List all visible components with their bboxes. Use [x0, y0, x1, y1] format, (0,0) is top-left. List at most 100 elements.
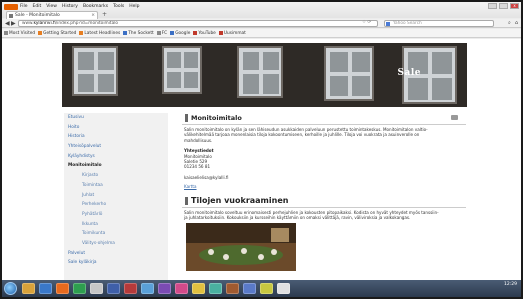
- navigation-bar: ◀ ▶ www.kylanrivi.fi/index.php?id=monito…: [2, 19, 521, 28]
- rental-text: Salin monitoimitalo soveltuu erinomaises…: [184, 209, 439, 221]
- section-title-tilojen-vuokraaminen: Tilojen vuokraaminen: [182, 196, 466, 206]
- search-placeholder: Yahoo Search: [393, 21, 422, 26]
- sidebar-subitem-valitys-ohjelma[interactable]: Välitys-ohjelma: [64, 239, 168, 249]
- main-content: Monitoimitalo Salin monitoimitalo on kyl…: [182, 113, 466, 280]
- bookmark-google[interactable]: Google: [170, 29, 190, 37]
- clock[interactable]: 12:29: [504, 282, 517, 287]
- url-host: kylanrivi.fi: [33, 21, 56, 26]
- rss-icon: [79, 31, 84, 35]
- sidebar-item-kylayhdistys[interactable]: Kyläyhdistys: [64, 152, 168, 162]
- sidebar-item-palvelut[interactable]: Palvelut: [64, 249, 168, 259]
- system-tray: 12:29: [504, 282, 517, 288]
- divider: [182, 124, 466, 125]
- star-reload-icon[interactable]: ☆ ⟳: [362, 20, 371, 25]
- divider: [182, 206, 466, 208]
- menu-file[interactable]: File: [20, 3, 28, 11]
- menu-edit[interactable]: Edit: [33, 3, 42, 11]
- firefox-menu-button[interactable]: [4, 4, 18, 10]
- taskbar-app-icon[interactable]: [175, 283, 188, 294]
- taskbar-app-icon[interactable]: [209, 283, 222, 294]
- toolbar-right: ⌕ ⌂: [508, 20, 518, 27]
- taskbar-app-icon[interactable]: [277, 283, 290, 294]
- bookmark-most-visited[interactable]: Most Visited: [4, 29, 35, 37]
- bookmark-uusimmat[interactable]: Uusimmat: [218, 29, 246, 37]
- google-icon: [170, 31, 175, 35]
- sidebar-subitem-toimintaa[interactable]: Toimintaa: [64, 181, 168, 191]
- bookmarks-toolbar: Most Visited Getting Started Latest Head…: [2, 29, 521, 38]
- sidebar-item-monitoimitalo[interactable]: Monitoimitalo: [64, 161, 168, 171]
- taskbar-app-icon[interactable]: [192, 283, 205, 294]
- taskbar-app-icon[interactable]: [90, 283, 103, 294]
- menu-history[interactable]: History: [62, 3, 78, 11]
- bookmark-fc[interactable]: FC: [156, 29, 167, 37]
- sidebar-item-yhteisopalvelut[interactable]: Yhteisöpalvelut: [64, 142, 168, 152]
- new-tab-button[interactable]: +: [102, 11, 107, 19]
- browser-window: File Edit View History Bookmarks Tools H…: [2, 2, 521, 297]
- menu-bookmarks[interactable]: Bookmarks: [83, 3, 108, 11]
- explorer-icon[interactable]: [22, 283, 35, 294]
- bookmark-latest-headlines[interactable]: Latest Headlines: [79, 29, 120, 37]
- tab-strip: Sale - Monitoimitalo × +: [2, 11, 521, 19]
- sidebar-subitem-pyhatarlo[interactable]: Pyhätärlö: [64, 210, 168, 220]
- sidebar-subitem-perhekerho[interactable]: Perhekerho: [64, 200, 168, 210]
- bookmark-icon: [156, 31, 161, 35]
- site-logo[interactable]: Sale: [398, 68, 421, 78]
- sidebar-item-sale-kylakirja[interactable]: Sale kyläkirja: [64, 258, 168, 268]
- taskbar-app-icon[interactable]: [141, 283, 154, 294]
- youtube-icon: [193, 31, 198, 35]
- bookmark-youtube[interactable]: YouTube: [193, 29, 216, 37]
- sidebar-subitem-juhlat[interactable]: Juhlat: [64, 191, 168, 201]
- firefox-icon[interactable]: [56, 283, 69, 294]
- taskbar-app-icon[interactable]: [107, 283, 120, 294]
- menu-bar: File Edit View History Bookmarks Tools H…: [20, 3, 139, 11]
- sidebar-subitem-ikkunta[interactable]: Ikkunta: [64, 220, 168, 230]
- back-arrow-icon[interactable]: ◀: [5, 20, 10, 27]
- sidebar-item-historia[interactable]: Historia: [64, 132, 168, 142]
- taskbar-app-icon[interactable]: [158, 283, 171, 294]
- url-bar[interactable]: www.kylanrivi.fi/index.php?id=monitoimit…: [18, 20, 378, 27]
- bookmark-getting-started[interactable]: Getting Started: [38, 29, 76, 37]
- hall-photo-drawing: [186, 223, 296, 272]
- tab-title: Sale - Monitoimitalo: [15, 13, 60, 18]
- hall-photo: [186, 223, 296, 272]
- start-button[interactable]: [4, 282, 17, 295]
- bookmark-icon: [218, 31, 223, 35]
- windows-taskbar: 12:29: [2, 280, 521, 297]
- map-link[interactable]: Kartta: [184, 184, 197, 189]
- tab-close-icon[interactable]: ×: [91, 12, 95, 19]
- menu-tools[interactable]: Tools: [113, 3, 124, 11]
- home-icon[interactable]: ⌂: [515, 20, 518, 27]
- search-bar[interactable]: Yahoo Search: [384, 20, 494, 27]
- search-engine-icon[interactable]: [386, 22, 390, 26]
- taskbar-app-icon[interactable]: [226, 283, 239, 294]
- search-icon[interactable]: ⌕: [508, 20, 511, 27]
- section-title-monitoimitalo: Monitoimitalo: [182, 113, 466, 123]
- url-prefix: www.: [22, 21, 34, 26]
- url-path: /index.php?id=monitoimitalo: [55, 21, 119, 26]
- header-banner-photo: Sale: [62, 43, 467, 107]
- taskbar-app-icon[interactable]: [243, 283, 256, 294]
- sidebar-item-etusivu[interactable]: Etusivu: [64, 113, 168, 123]
- print-icon[interactable]: [451, 115, 458, 120]
- forward-arrow-icon[interactable]: ▶: [11, 20, 16, 27]
- web-page: Sale Etusivu Hoito Historia Yhteisöpalve…: [2, 39, 521, 280]
- section-intro-text: Salin monitoimitalo on kylän ja sen lähi…: [184, 127, 428, 143]
- menu-view[interactable]: View: [46, 3, 57, 11]
- menu-help[interactable]: Help: [129, 3, 139, 11]
- taskbar-app-icon[interactable]: [39, 283, 52, 294]
- sidebar-subitem-toimikunta[interactable]: Toimikunta: [64, 229, 168, 239]
- favicon-icon: [9, 14, 13, 18]
- taskbar-app-icon[interactable]: [73, 283, 86, 294]
- sidebar-navigation: Etusivu Hoito Historia Yhteisöpalvelut K…: [64, 113, 168, 280]
- maximize-button[interactable]: [499, 3, 508, 9]
- taskbar-app-icon[interactable]: [124, 283, 137, 294]
- close-window-button[interactable]: x: [510, 3, 519, 9]
- sidebar-item-hoito[interactable]: Hoito: [64, 123, 168, 133]
- minimize-button[interactable]: [488, 3, 497, 9]
- tab-monitoimitalo[interactable]: Sale - Monitoimitalo ×: [6, 11, 98, 19]
- sidebar-subitem-kirjasto[interactable]: Kirjasto: [64, 171, 168, 181]
- bookmark-sockett[interactable]: The Sockett: [123, 29, 154, 37]
- firefox-icon: [38, 31, 43, 35]
- taskbar-app-icon[interactable]: [260, 283, 273, 294]
- window-controls: x: [488, 3, 519, 9]
